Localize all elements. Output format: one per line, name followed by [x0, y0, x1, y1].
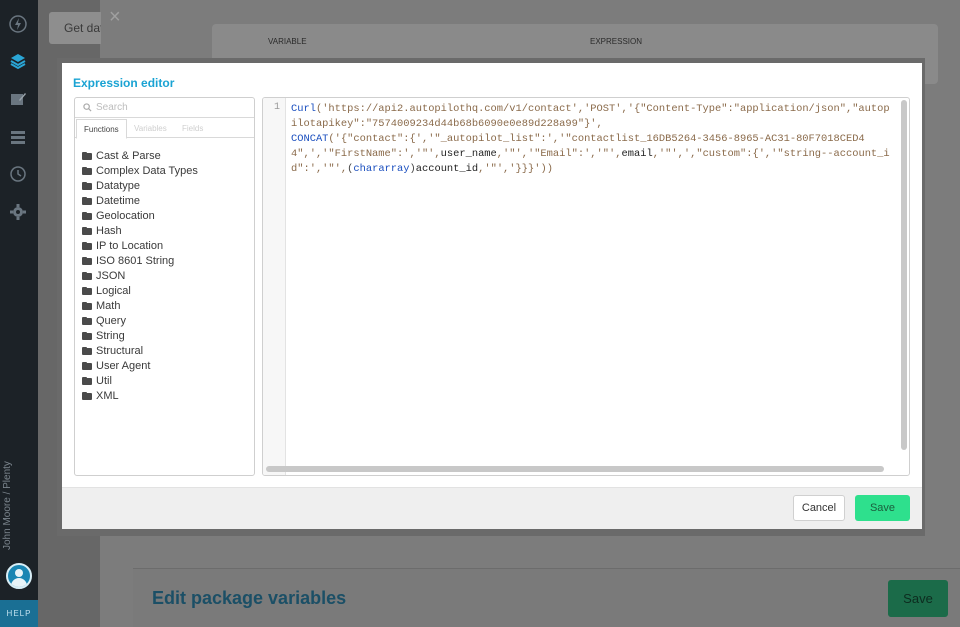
folder-icon — [82, 256, 92, 265]
folder-icon — [82, 391, 92, 400]
category-label: Structural — [96, 344, 144, 357]
concat-function: CONCAT — [291, 133, 329, 145]
page-title: Edit package variables — [152, 588, 347, 608]
category-label: Complex Data Types — [96, 164, 198, 177]
tab-fields[interactable]: Fields — [175, 119, 210, 138]
folder-icon — [82, 331, 92, 340]
modal-body: Expression editor Functions Variables Fi… — [62, 63, 922, 529]
modal-title: Expression editor — [73, 76, 175, 90]
category-item[interactable]: Util — [82, 373, 198, 388]
left-sidebar: John Moore / Plenty HELP — [0, 0, 38, 627]
column-header-variable: VARIABLE — [268, 37, 307, 46]
category-label: Util — [96, 374, 112, 387]
list-icon[interactable] — [7, 126, 29, 148]
edit-icon[interactable] — [7, 88, 29, 110]
category-label: JSON — [96, 269, 126, 282]
horizontal-scrollbar[interactable] — [266, 466, 884, 472]
category-label: ISO 8601 String — [96, 254, 175, 267]
category-item[interactable]: XML — [82, 388, 198, 403]
search-box — [75, 98, 254, 118]
category-label: Logical — [96, 284, 131, 297]
folder-icon — [82, 301, 92, 310]
folder-icon — [82, 226, 92, 235]
variable-account-id: account_id — [415, 163, 479, 175]
history-icon[interactable] — [7, 163, 29, 185]
category-item[interactable]: IP to Location — [82, 238, 198, 253]
folder-icon — [82, 376, 92, 385]
folder-icon — [82, 211, 92, 220]
avatar[interactable] — [6, 563, 32, 589]
code-segment: ,'"','}}}')) — [478, 163, 553, 175]
category-label: User Agent — [96, 359, 151, 372]
gear-icon[interactable] — [7, 201, 29, 223]
category-label: Datatype — [96, 179, 141, 192]
category-item[interactable]: String — [82, 328, 198, 343]
curl-function: Curl — [291, 103, 316, 115]
category-item[interactable]: Hash — [82, 223, 198, 238]
expression-code[interactable]: Curl('https://api2.autopilothq.com/v1/co… — [291, 102, 891, 177]
search-input[interactable] — [96, 102, 246, 113]
category-item[interactable]: Datatype — [82, 178, 198, 193]
folder-icon — [82, 196, 92, 205]
function-browser: Functions Variables Fields Cast & ParseC… — [74, 97, 255, 476]
category-label: Hash — [96, 224, 122, 237]
variable-user-name: user_name — [440, 148, 497, 160]
search-icon — [83, 103, 92, 112]
layers-icon[interactable] — [7, 50, 29, 72]
category-label: Math — [96, 299, 121, 312]
help-button[interactable]: HELP — [0, 600, 38, 627]
category-item[interactable]: ISO 8601 String — [82, 253, 198, 268]
category-item[interactable]: Datetime — [82, 193, 198, 208]
category-label: String — [96, 329, 125, 342]
category-label: Cast & Parse — [96, 149, 161, 162]
expression-editor-modal: Expression editor Functions Variables Fi… — [57, 58, 925, 536]
tab-variables[interactable]: Variables — [127, 119, 174, 138]
category-item[interactable]: User Agent — [82, 358, 198, 373]
category-item[interactable]: Structural — [82, 343, 198, 358]
variable-email: email — [621, 148, 653, 160]
category-item[interactable]: Math — [82, 298, 198, 313]
line-numbers: 1 — [263, 98, 286, 475]
category-item[interactable]: JSON — [82, 268, 198, 283]
get-data-tab[interactable]: Get dat — [49, 12, 101, 44]
save-button[interactable]: Save — [855, 495, 910, 521]
category-label: Geolocation — [96, 209, 155, 222]
column-header-expression: EXPRESSION — [590, 37, 643, 46]
category-label: Datetime — [96, 194, 141, 207]
close-icon[interactable]: × — [109, 6, 121, 29]
folder-icon — [82, 286, 92, 295]
category-list: Cast & Parse Complex Data Types Datatype Da… — [82, 148, 198, 403]
folder-icon — [82, 151, 92, 160]
folder-icon — [82, 271, 92, 280]
category-item[interactable]: Geolocation — [82, 208, 198, 223]
folder-icon — [82, 361, 92, 370]
category-label: IP to Location — [96, 239, 164, 252]
browser-tabs: Functions Variables Fields — [75, 119, 254, 139]
save-variables-button[interactable]: Save — [888, 580, 948, 617]
modal-footer: Cancel Save — [62, 487, 922, 529]
cast-chararray: chararray — [353, 163, 410, 175]
code-editor[interactable]: 1 Curl('https://api2.autopilothq.com/v1/… — [262, 97, 910, 476]
folder-icon — [82, 166, 92, 175]
code-segment: ('https://api2.autopilothq.com/v1/contac… — [291, 103, 890, 130]
category-item[interactable]: Complex Data Types — [82, 163, 198, 178]
folder-icon — [82, 346, 92, 355]
category-item[interactable]: Cast & Parse — [82, 148, 198, 163]
folder-icon — [82, 241, 92, 250]
vertical-scrollbar[interactable] — [901, 100, 907, 450]
category-item[interactable]: Query — [82, 313, 198, 328]
tab-functions[interactable]: Functions — [76, 119, 127, 139]
folder-icon — [82, 181, 92, 190]
cancel-button[interactable]: Cancel — [793, 495, 845, 521]
code-segment: ,'"','"Email":','"', — [496, 148, 622, 160]
category-item[interactable]: Logical — [82, 283, 198, 298]
bolt-icon[interactable] — [7, 13, 29, 35]
folder-icon — [82, 316, 92, 325]
category-label: XML — [96, 389, 119, 402]
category-label: Query — [96, 314, 126, 327]
